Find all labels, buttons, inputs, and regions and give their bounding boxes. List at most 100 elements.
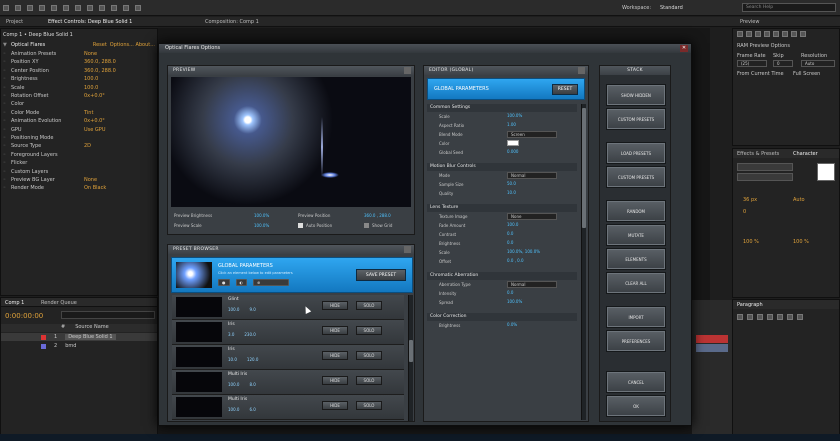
preset-count[interactable]: 3.0 [228,332,234,337]
preset-size[interactable]: 8.0 [249,382,255,387]
preset-count[interactable]: 10.0 [228,357,237,362]
rotate-tool-icon[interactable] [39,5,45,11]
random-button[interactable]: RANDOM [606,200,666,222]
property-value[interactable]: None [84,51,97,57]
editor-field-value[interactable]: 100.0%, 100.0% [507,249,540,254]
tab-character[interactable]: Character [793,151,818,157]
elements-button[interactable]: ELEMENTS [606,248,666,270]
effect-property-row[interactable]: ◦ Color Mode Tint [3,109,155,117]
property-value[interactable]: On Black [84,185,106,191]
editor-field-value[interactable]: 0.000 [507,149,518,154]
effect-property-row[interactable]: ◦ Rotation Offset 0x+0.0° [3,92,155,100]
preset-expand-icon[interactable] [404,246,411,253]
solo-button[interactable]: SOLO [356,351,382,360]
flare-preview-canvas[interactable] [171,77,411,207]
import-button[interactable]: IMPORT [606,306,666,328]
property-value[interactable]: 360.0, 288.0 [84,68,116,74]
custom-presets-button[interactable]: CUSTOM PRESETS [606,108,666,130]
search-help-input[interactable]: Search Help [742,3,836,12]
editor-field-value[interactable]: 0.0 [507,231,513,236]
property-value[interactable]: Use GPU [84,127,105,133]
solo-button[interactable]: SOLO [356,401,382,410]
hide-button[interactable]: HIDE [322,376,348,385]
prev-frame-icon[interactable] [746,31,752,37]
mask-tool-icon[interactable] [75,5,81,11]
editor-field-value[interactable]: 0.0% [507,322,517,327]
eraser-tool-icon[interactable] [135,5,141,11]
effect-property-row[interactable]: ◦ Flicker [3,159,155,167]
mutate-button[interactable]: MUTATE [606,224,666,246]
stopwatch-icon[interactable]: ◦ [3,160,8,166]
stopwatch-icon[interactable]: ◦ [3,101,8,107]
reset-link[interactable]: Reset [93,42,107,48]
preview-scale-value[interactable]: 100.0% [254,223,269,228]
clear-all-button[interactable]: CLEAR ALL [606,272,666,294]
editor-field-value[interactable]: 100.0% [507,113,522,118]
resolution-select[interactable]: Auto [801,60,835,67]
editor-scrollbar[interactable] [581,104,586,420]
editor-field-value[interactable]: 100.0 [507,222,518,227]
color-swatch[interactable] [507,140,519,146]
editor-field-value[interactable]: 1.00 [507,122,516,127]
preset-row[interactable]: Iris 3.0 230.0 HIDE SOLO [172,320,404,345]
font-style-select[interactable] [737,173,793,181]
workspace-select[interactable]: Standard [660,5,683,11]
stamp-tool-icon[interactable] [123,5,129,11]
timecode[interactable]: 0:00:00:00 [5,312,43,320]
effect-property-row[interactable]: ◦ Animation Presets None [3,50,155,58]
play-icon[interactable] [755,31,761,37]
effect-property-row[interactable]: ◦ Foreground Layers [3,151,155,159]
type-tool-icon[interactable] [99,5,105,11]
stopwatch-icon[interactable]: ◦ [3,85,8,91]
hide-button[interactable]: HIDE [322,401,348,410]
effect-property-row[interactable]: ◦ Scale 100.0 [3,84,155,92]
cancel-button[interactable]: CANCEL [606,371,666,393]
editor-field-value[interactable]: 50.0 [507,181,516,186]
property-value[interactable]: 360.0, 288.0 [84,59,116,65]
tab-paragraph[interactable]: Paragraph [737,302,763,308]
global-parameters-row[interactable]: GLOBAL PARAMETERS Click an element below… [171,257,413,293]
solo-button[interactable]: SOLO [356,301,382,310]
preset-row[interactable]: Multi Iris 100.0 8.0 HIDE SOLO [172,370,404,395]
editor-group-title[interactable]: Lens Texture [427,204,577,212]
stopwatch-icon[interactable]: ◦ [3,110,8,116]
editor-field-select[interactable]: Screen [507,131,557,138]
stopwatch-icon[interactable]: ◦ [3,185,8,191]
editor-field-select[interactable]: None [507,213,557,220]
from-current-time[interactable]: From Current Time [737,71,784,77]
effect-property-row[interactable]: ◦ Source Type 2D [3,142,155,150]
stopwatch-icon[interactable]: ◦ [3,152,8,158]
layer-name[interactable]: bmd [65,343,76,349]
align-center-icon[interactable] [747,314,753,320]
pen-tool-icon[interactable] [87,5,93,11]
editor-field-select[interactable]: Normal [507,172,557,179]
hand-tool-icon[interactable] [15,5,21,11]
stopwatch-icon[interactable]: ◦ [3,127,8,133]
tab-render-queue[interactable]: Render Queue [41,300,77,306]
leading-value[interactable]: Auto [793,197,805,203]
editor-group-title[interactable]: Common Settings [427,104,577,112]
effect-property-row[interactable]: ◦ GPU Use GPU [3,126,155,134]
layer-search-input[interactable] [61,311,155,319]
preview-expand-icon[interactable] [404,67,411,74]
editor-field-select[interactable]: Normal [507,281,557,288]
reset-button[interactable]: RESET [552,84,578,95]
stopwatch-icon[interactable]: ◦ [3,135,8,141]
stopwatch-icon[interactable]: ◦ [3,143,8,149]
solo-toggle[interactable]: ◐ [235,279,247,286]
preset-row[interactable]: Glint 100.0 9.0 HIDE SOLO [172,295,404,320]
hide-button[interactable]: HIDE [322,351,348,360]
full-screen[interactable]: Full Screen [793,71,820,77]
frame-rate-select[interactable]: (25) [737,60,767,67]
stopwatch-icon[interactable]: ◦ [3,68,8,74]
last-frame-icon[interactable] [773,31,779,37]
tab-project[interactable]: Project [6,19,23,25]
hide-button[interactable]: HIDE [322,301,348,310]
ok-button[interactable]: OK [606,395,666,417]
tab-preview[interactable]: Preview [740,19,759,25]
camera-tool-icon[interactable] [51,5,57,11]
tab-comp-1[interactable]: Comp 1 [5,300,24,306]
property-value[interactable]: 100.0 [84,76,98,82]
effect-property-row[interactable]: ◦ Preview BG Layer None [3,176,155,184]
track-bar[interactable] [696,344,728,352]
